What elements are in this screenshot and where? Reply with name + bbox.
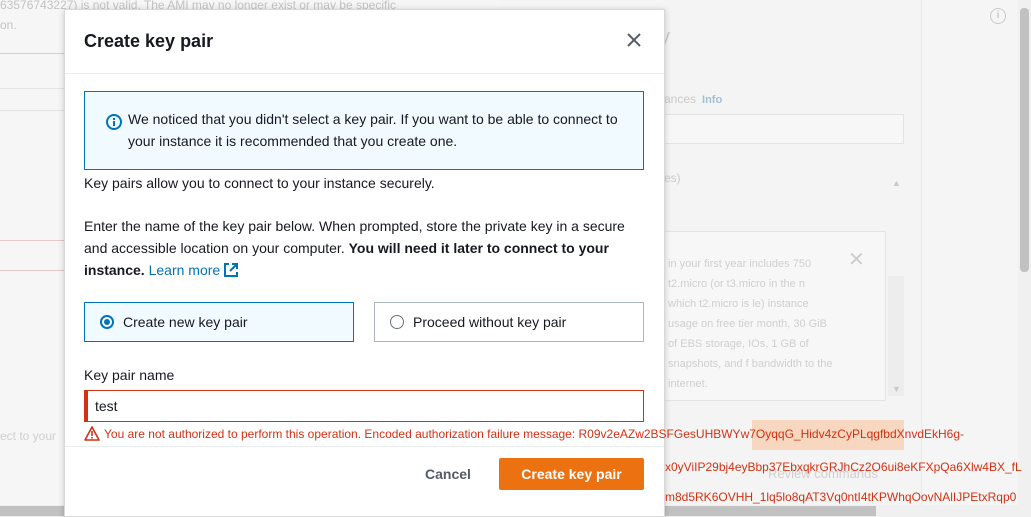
key-pair-name-label: Key pair name [84, 367, 175, 383]
modal-title: Create key pair [84, 31, 214, 51]
background-divider [0, 240, 64, 241]
option-label: Create new key pair [123, 314, 248, 330]
footer-divider [65, 446, 664, 447]
radio-button-selected[interactable] [100, 315, 114, 329]
background-instances-input [660, 114, 904, 144]
error-text: You are not authorized to perform this o… [104, 427, 965, 441]
external-link-icon [224, 263, 239, 277]
alert-text: We noticed that you didn't select a key … [128, 111, 618, 149]
background-section-fragment: es) [664, 171, 681, 185]
create-key-pair-button[interactable]: Create key pair [499, 458, 644, 490]
close-button[interactable] [621, 30, 649, 54]
option-label: Proceed without key pair [413, 314, 567, 330]
close-icon: ✕ [848, 249, 865, 271]
learn-more-link[interactable]: Learn more [149, 262, 239, 278]
close-icon [627, 33, 641, 47]
key-pair-name-input[interactable] [84, 390, 644, 422]
warning-icon [84, 426, 100, 441]
error-text-overflow: x0yViIP29bj4eyBbp37EbxqkrGRJhCz2O6ui8eKF… [665, 460, 1022, 474]
caret-up-icon: ▲ [892, 178, 901, 188]
background-divider [0, 88, 64, 89]
radio-button[interactable] [390, 315, 404, 329]
info-icon [106, 114, 122, 130]
modal-header: Create key pair [65, 10, 664, 74]
proceed-without-key-pair-option[interactable]: Proceed without key pair [374, 302, 644, 342]
background-divider [0, 110, 64, 111]
instructions-text: Enter the name of the key pair below. Wh… [84, 218, 625, 278]
caret-down-icon: ▼ [892, 384, 901, 394]
cancel-button[interactable]: Cancel [411, 458, 485, 490]
background-divider [0, 53, 64, 54]
background-info-link: Info [702, 94, 723, 106]
background-instances-label: ances Info [664, 92, 723, 106]
info-icon: i [990, 8, 1006, 24]
background-free-tier-text: in your first year includes 750 t2.micro… [668, 258, 833, 390]
background-card-scrollbar [888, 276, 904, 396]
intro-text: Key pairs allow you to connect to your i… [84, 175, 435, 191]
create-new-key-pair-option[interactable]: Create new key pair [84, 302, 354, 342]
background-divider [0, 270, 64, 271]
background-connect-text: ect to your [0, 429, 57, 443]
info-alert: We noticed that you didn't select a key … [84, 91, 644, 170]
vertical-scrollbar-thumb[interactable] [1020, 8, 1029, 272]
error-text-overflow: m8d5RK6OVHH_1lq5lo8qAT3Vq0ntI4tKPWhqOovN… [665, 490, 1017, 504]
